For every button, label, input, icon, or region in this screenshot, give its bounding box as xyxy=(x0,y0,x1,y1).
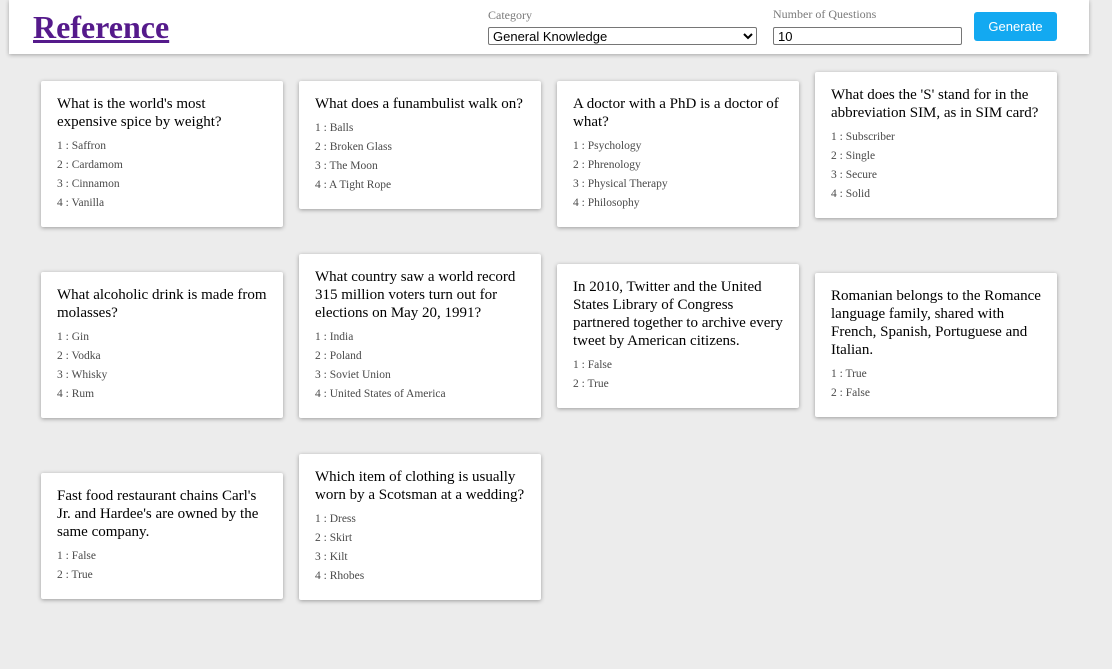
answer-option[interactable]: 1 : Dress xyxy=(315,510,525,529)
question-card: What is the world's most expensive spice… xyxy=(41,81,283,227)
answer-option[interactable]: 2 : Phrenology xyxy=(573,156,783,175)
answer-option[interactable]: 1 : Psychology xyxy=(573,137,783,156)
answer-option[interactable]: 4 : Vanilla xyxy=(57,194,267,213)
answer-option[interactable]: 1 : True xyxy=(831,365,1041,384)
answer-option[interactable]: 1 : India xyxy=(315,328,525,347)
answer-option[interactable]: 4 : Rum xyxy=(57,385,267,404)
answer-option[interactable]: 2 : Single xyxy=(831,147,1041,166)
answer-option[interactable]: 3 : The Moon xyxy=(315,157,525,176)
answer-option[interactable]: 3 : Soviet Union xyxy=(315,366,525,385)
question-card: A doctor with a PhD is a doctor of what?… xyxy=(557,81,799,227)
answer-option[interactable]: 2 : Cardamom xyxy=(57,156,267,175)
top-bar: Reference Category General Knowledge Num… xyxy=(9,0,1089,54)
answer-option[interactable]: 1 : False xyxy=(573,356,783,375)
answer-option[interactable]: 1 : Saffron xyxy=(57,137,267,156)
question-card: What does a funambulist walk on? 1 : Bal… xyxy=(299,81,541,209)
answer-option[interactable]: 2 : Vodka xyxy=(57,347,267,366)
category-label: Category xyxy=(488,8,532,22)
question-text: What does the 'S' stand for in the abbre… xyxy=(831,87,1039,121)
answer-option[interactable]: 2 : True xyxy=(573,375,783,394)
question-text: What is the world's most expensive spice… xyxy=(57,96,222,130)
questions-count-label: Number of Questions xyxy=(773,7,877,21)
answer-option[interactable]: 3 : Secure xyxy=(831,166,1041,185)
answer-option[interactable]: 3 : Kilt xyxy=(315,548,525,567)
question-text: In 2010, Twitter and the United States L… xyxy=(573,279,783,349)
answer-option[interactable]: 4 : Solid xyxy=(831,185,1041,204)
answer-option[interactable]: 2 : True xyxy=(57,566,267,585)
question-text: Which item of clothing is usually worn b… xyxy=(315,469,525,503)
answer-option[interactable]: 2 : Skirt xyxy=(315,529,525,548)
answer-option[interactable]: 2 : False xyxy=(831,384,1041,403)
answer-option[interactable]: 1 : Balls xyxy=(315,119,525,138)
answer-option[interactable]: 4 : Rhobes xyxy=(315,567,525,586)
question-card: What alcoholic drink is made from molass… xyxy=(41,272,283,418)
question-text: What country saw a world record 315 mill… xyxy=(315,269,516,321)
question-card: Which item of clothing is usually worn b… xyxy=(299,454,541,600)
answer-option[interactable]: 4 : A Tight Rope xyxy=(315,176,525,195)
question-card: What country saw a world record 315 mill… xyxy=(299,254,541,418)
answer-option[interactable]: 1 : False xyxy=(57,547,267,566)
question-card: Romanian belongs to the Romance language… xyxy=(815,273,1057,417)
answer-option[interactable]: 3 : Physical Therapy xyxy=(573,175,783,194)
answer-option[interactable]: 1 : Gin xyxy=(57,328,267,347)
questions-count-input[interactable] xyxy=(773,27,962,45)
answer-option[interactable]: 1 : Subscriber xyxy=(831,128,1041,147)
question-card: In 2010, Twitter and the United States L… xyxy=(557,264,799,408)
question-text: A doctor with a PhD is a doctor of what? xyxy=(573,96,779,130)
answer-option[interactable]: 2 : Poland xyxy=(315,347,525,366)
answer-option[interactable]: 4 : United States of America xyxy=(315,385,525,404)
question-text: What alcoholic drink is made from molass… xyxy=(57,287,267,321)
question-card: What does the 'S' stand for in the abbre… xyxy=(815,72,1057,218)
question-text: What does a funambulist walk on? xyxy=(315,96,523,112)
brand-link[interactable]: Reference xyxy=(33,8,169,46)
answer-option[interactable]: 3 : Whisky xyxy=(57,366,267,385)
question-card: Fast food restaurant chains Carl's Jr. a… xyxy=(41,473,283,599)
generate-button[interactable]: Generate xyxy=(974,12,1057,41)
answer-option[interactable]: 2 : Broken Glass xyxy=(315,138,525,157)
category-select[interactable]: General Knowledge xyxy=(488,27,757,45)
answer-option[interactable]: 4 : Philosophy xyxy=(573,194,783,213)
question-text: Fast food restaurant chains Carl's Jr. a… xyxy=(57,488,259,540)
answer-option[interactable]: 3 : Cinnamon xyxy=(57,175,267,194)
question-text: Romanian belongs to the Romance language… xyxy=(831,288,1041,358)
